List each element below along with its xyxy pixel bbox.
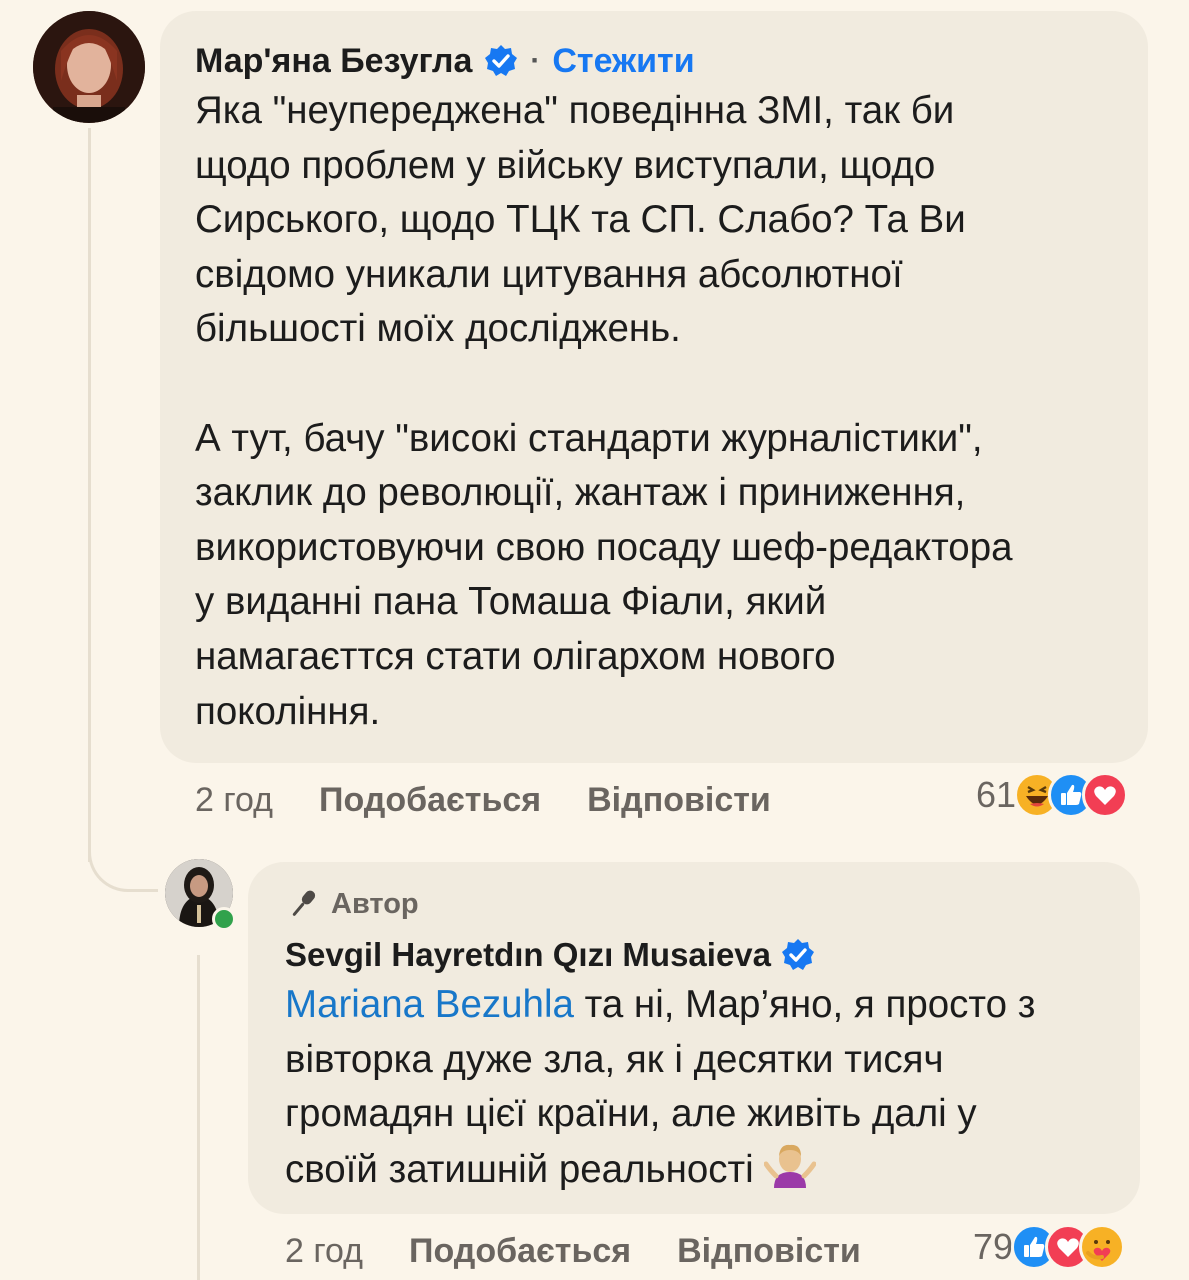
like-button[interactable]: Подобається: [319, 781, 541, 820]
mention-link[interactable]: Mariana Bezuhla: [285, 983, 574, 1026]
author-badge: Автор: [285, 884, 419, 924]
separator-dot: ·: [530, 44, 541, 77]
author-badge-label: Автор: [331, 887, 419, 920]
comment-paragraph-2: А тут, бачу "високі стандарти журналісти…: [195, 416, 1013, 733]
reply-actions: 2 год Подобається Відповісти: [285, 1231, 907, 1271]
comment-header: Мар'яна Безугла · Стежити: [195, 40, 695, 82]
reply-button[interactable]: Відповісти: [677, 1232, 861, 1271]
reply-text: Mariana Bezuhla та ні, Мар’яно, я просто…: [285, 978, 1125, 1197]
verified-badge-icon: [782, 939, 815, 970]
thread-connector-curve: [88, 820, 158, 892]
care-icon: [1079, 1224, 1126, 1270]
reply-author-name[interactable]: Sevgil Hayretdın Qızı Musaieva: [285, 936, 771, 974]
microphone-icon: [292, 890, 316, 916]
comment-actions: 2 год Подобається Відповісти: [195, 780, 817, 820]
verified-badge-icon: [485, 45, 518, 76]
love-icon: [1082, 772, 1129, 818]
comment-text: Яка "неупереджена" поведінна ЗМІ, так би…: [195, 84, 1135, 739]
avatar[interactable]: [33, 11, 145, 123]
reply-timestamp[interactable]: 2 год: [285, 1232, 363, 1271]
reply-text-rest: вівторка дуже зла, як і десятки тисяч гр…: [285, 1037, 977, 1191]
follow-button[interactable]: Стежити: [552, 42, 694, 81]
reaction-count: 61: [976, 774, 1017, 815]
reply-text-line-1: та ні, Мар’яно, я просто з: [573, 983, 1036, 1026]
reply-button[interactable]: Відповісти: [587, 781, 771, 820]
comment-timestamp[interactable]: 2 год: [195, 781, 273, 820]
shrug-emoji-icon: [764, 1144, 817, 1188]
comment-author-name[interactable]: Мар'яна Безугла: [195, 42, 472, 81]
online-status-indicator: [212, 907, 236, 931]
reply-header: Sevgil Hayretdın Qızı Musaieva: [285, 934, 815, 976]
like-button[interactable]: Подобається: [409, 1232, 631, 1271]
reaction-summary[interactable]: 61: [976, 772, 1129, 818]
comment-paragraph-1: Яка "неупереджена" поведінна ЗМІ, так би…: [195, 89, 966, 351]
reply-thread-line: [197, 955, 200, 1280]
reaction-count: 79: [973, 1226, 1014, 1267]
reply-reaction-summary[interactable]: 79: [973, 1224, 1126, 1270]
thread-connector-line: [88, 128, 91, 862]
